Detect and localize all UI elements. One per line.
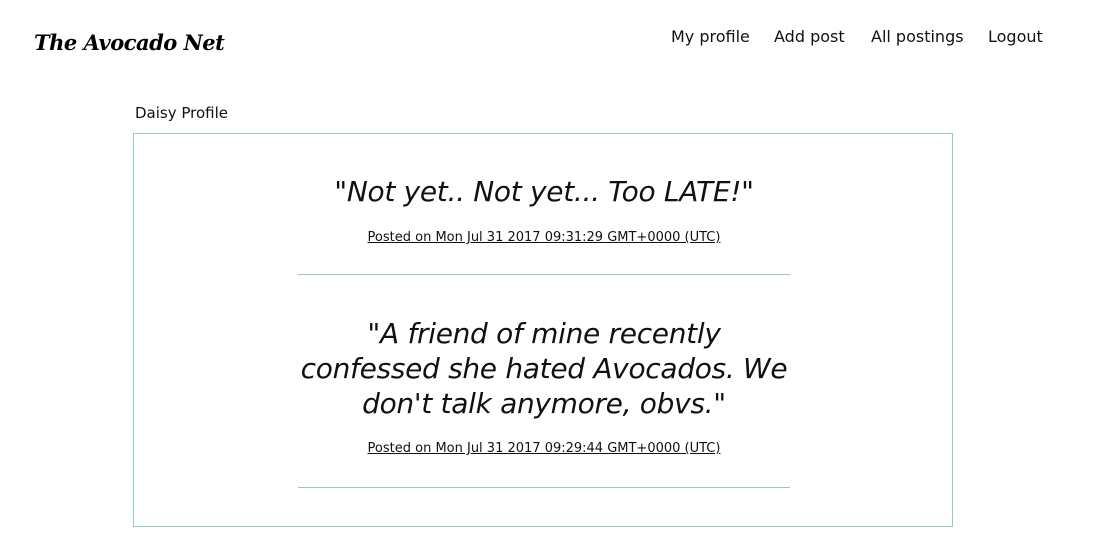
post-quote: "Not yet.. Not yet... Too LATE!" bbox=[334, 175, 754, 208]
post-item: "A friend of mine recently confessed she… bbox=[298, 316, 790, 456]
top-nav: My profile Add post All postings Logout bbox=[0, 26, 1098, 50]
profile-title: Daisy Profile bbox=[135, 104, 229, 122]
nav-add-post[interactable]: Add post bbox=[774, 26, 845, 48]
post-date-link[interactable]: Posted on Mon Jul 31 2017 09:31:29 GMT+0… bbox=[298, 230, 790, 245]
nav-logout[interactable]: Logout bbox=[988, 26, 1043, 48]
post-date-link[interactable]: Posted on Mon Jul 31 2017 09:29:44 GMT+0… bbox=[298, 441, 790, 456]
post-quote: "A friend of mine recently confessed she… bbox=[300, 317, 788, 420]
posts-container: "Not yet.. Not yet... Too LATE!" Posted … bbox=[133, 133, 953, 527]
nav-all-postings[interactable]: All postings bbox=[871, 26, 964, 48]
post-divider bbox=[298, 487, 790, 488]
nav-my-profile[interactable]: My profile bbox=[671, 26, 750, 48]
post-item: "Not yet.. Not yet... Too LATE!" Posted … bbox=[298, 174, 790, 245]
post-divider bbox=[298, 274, 790, 275]
